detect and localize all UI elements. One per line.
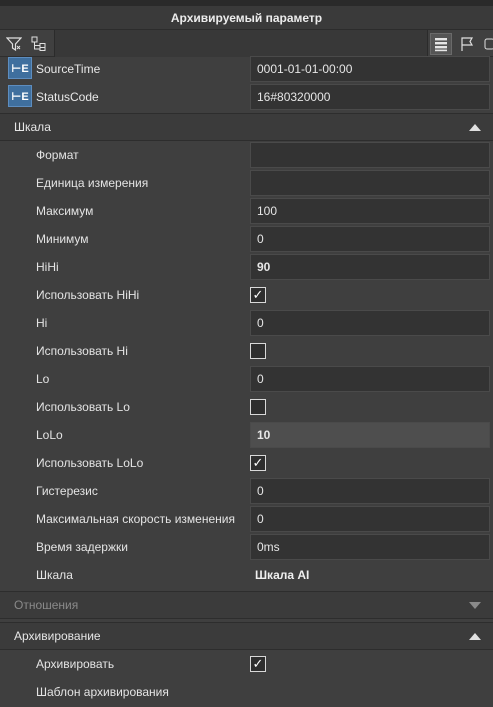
property-row-use-lolo: Использовать LoLo ✓ — [0, 449, 493, 477]
property-row-max-rate: Максимальная скорость изменения 0 — [0, 505, 493, 533]
max-input[interactable]: 100 — [250, 198, 490, 224]
property-row-unit: Единица измерения — [0, 169, 493, 197]
property-label: Использовать HiHi — [36, 288, 140, 302]
variable-label: StatusCode — [36, 90, 99, 104]
property-label: Гистерезис — [36, 484, 98, 498]
property-label: Шаблон архивирования — [36, 685, 169, 699]
use-lolo-checkbox[interactable]: ✓ — [250, 455, 266, 471]
property-row-delay: Время задержки 0ms — [0, 533, 493, 561]
toolbar-spacer — [54, 30, 428, 57]
property-label: Архивировать — [36, 657, 115, 671]
lolo-input[interactable]: 10 — [250, 422, 490, 448]
property-row-min: Минимум 0 — [0, 225, 493, 253]
property-label: Шкала — [36, 568, 73, 582]
min-input[interactable]: 0 — [250, 226, 490, 252]
property-label: Минимум — [36, 232, 89, 246]
property-row-format: Формат — [0, 141, 493, 169]
property-label: HiHi — [36, 260, 59, 274]
use-hihi-checkbox[interactable]: ✓ — [250, 287, 266, 303]
variable-icon: ⊢E — [8, 85, 32, 107]
list-view-icon[interactable] — [430, 33, 452, 55]
format-input[interactable] — [250, 142, 490, 168]
section-archiving-header[interactable]: Архивирование — [0, 622, 493, 650]
variable-row[interactable]: ⊢E SourceTime 0001-01-01-00:00 — [0, 55, 493, 83]
unit-input[interactable] — [250, 170, 490, 196]
variable-value[interactable]: 0001-01-01-00:00 — [250, 56, 490, 82]
property-row-hysteresis: Гистерезис 0 — [0, 477, 493, 505]
property-label: Формат — [36, 148, 79, 162]
archive-checkbox[interactable]: ✓ — [250, 656, 266, 672]
section-title: Архивирование — [14, 629, 101, 643]
flag-icon[interactable] — [456, 33, 478, 55]
hysteresis-input[interactable]: 0 — [250, 478, 490, 504]
property-label: Максимальная скорость изменения — [36, 512, 235, 526]
property-row-use-hihi: Использовать HiHi ✓ — [0, 281, 493, 309]
filter-icon[interactable] — [3, 33, 25, 55]
collapse-arrow-icon[interactable] — [469, 633, 481, 640]
property-row-template: Шаблон архивирования — [0, 678, 493, 706]
variable-label: SourceTime — [36, 62, 101, 76]
property-label: Время задержки — [36, 540, 128, 554]
property-label: Использовать LoLo — [36, 456, 144, 470]
property-row-max: Максимум 100 — [0, 197, 493, 225]
variable-icon: ⊢E — [8, 57, 32, 79]
more-icon[interactable] — [482, 33, 493, 55]
property-row-hihi: HiHi 90 — [0, 253, 493, 281]
property-row-use-lo: Использовать Lo — [0, 393, 493, 421]
section-relations-header[interactable]: Отношения — [0, 591, 493, 619]
property-row-lo: Lo 0 — [0, 365, 493, 393]
property-row-use-hi: Использовать Hi — [0, 337, 493, 365]
property-row-hi: Hi 0 — [0, 309, 493, 337]
expand-arrow-icon[interactable] — [469, 602, 481, 609]
property-label: Использовать Lo — [36, 400, 130, 414]
property-row-archive: Архивировать ✓ — [0, 650, 493, 678]
property-label: Использовать Hi — [36, 344, 128, 358]
hi-input[interactable]: 0 — [250, 310, 490, 336]
use-lo-checkbox[interactable] — [250, 399, 266, 415]
property-row-scale: Шкала Шкала AI — [0, 561, 493, 589]
panel-title: Архивируемый параметр — [0, 6, 493, 30]
variable-value[interactable]: 16#80320000 — [250, 84, 490, 110]
tree-expand-icon[interactable] — [28, 33, 50, 55]
property-label: Максимум — [36, 204, 94, 218]
property-label: Единица измерения — [36, 176, 149, 190]
toolbar — [0, 30, 493, 57]
section-title: Шкала — [14, 120, 51, 134]
delay-input[interactable]: 0ms — [250, 534, 490, 560]
property-row-lolo: LoLo 10 — [0, 421, 493, 449]
lo-input[interactable]: 0 — [250, 366, 490, 392]
property-label: LoLo — [36, 428, 63, 442]
section-title: Отношения — [14, 598, 79, 612]
collapse-arrow-icon[interactable] — [469, 124, 481, 131]
variable-row[interactable]: ⊢E StatusCode 16#80320000 — [0, 83, 493, 111]
max-rate-input[interactable]: 0 — [250, 506, 490, 532]
use-hi-checkbox[interactable] — [250, 343, 266, 359]
section-scale-header[interactable]: Шкала — [0, 113, 493, 141]
hihi-input[interactable]: 90 — [250, 254, 490, 280]
property-label: Lo — [36, 372, 50, 386]
scale-value[interactable]: Шкала AI — [255, 561, 309, 589]
property-label: Hi — [36, 316, 48, 330]
